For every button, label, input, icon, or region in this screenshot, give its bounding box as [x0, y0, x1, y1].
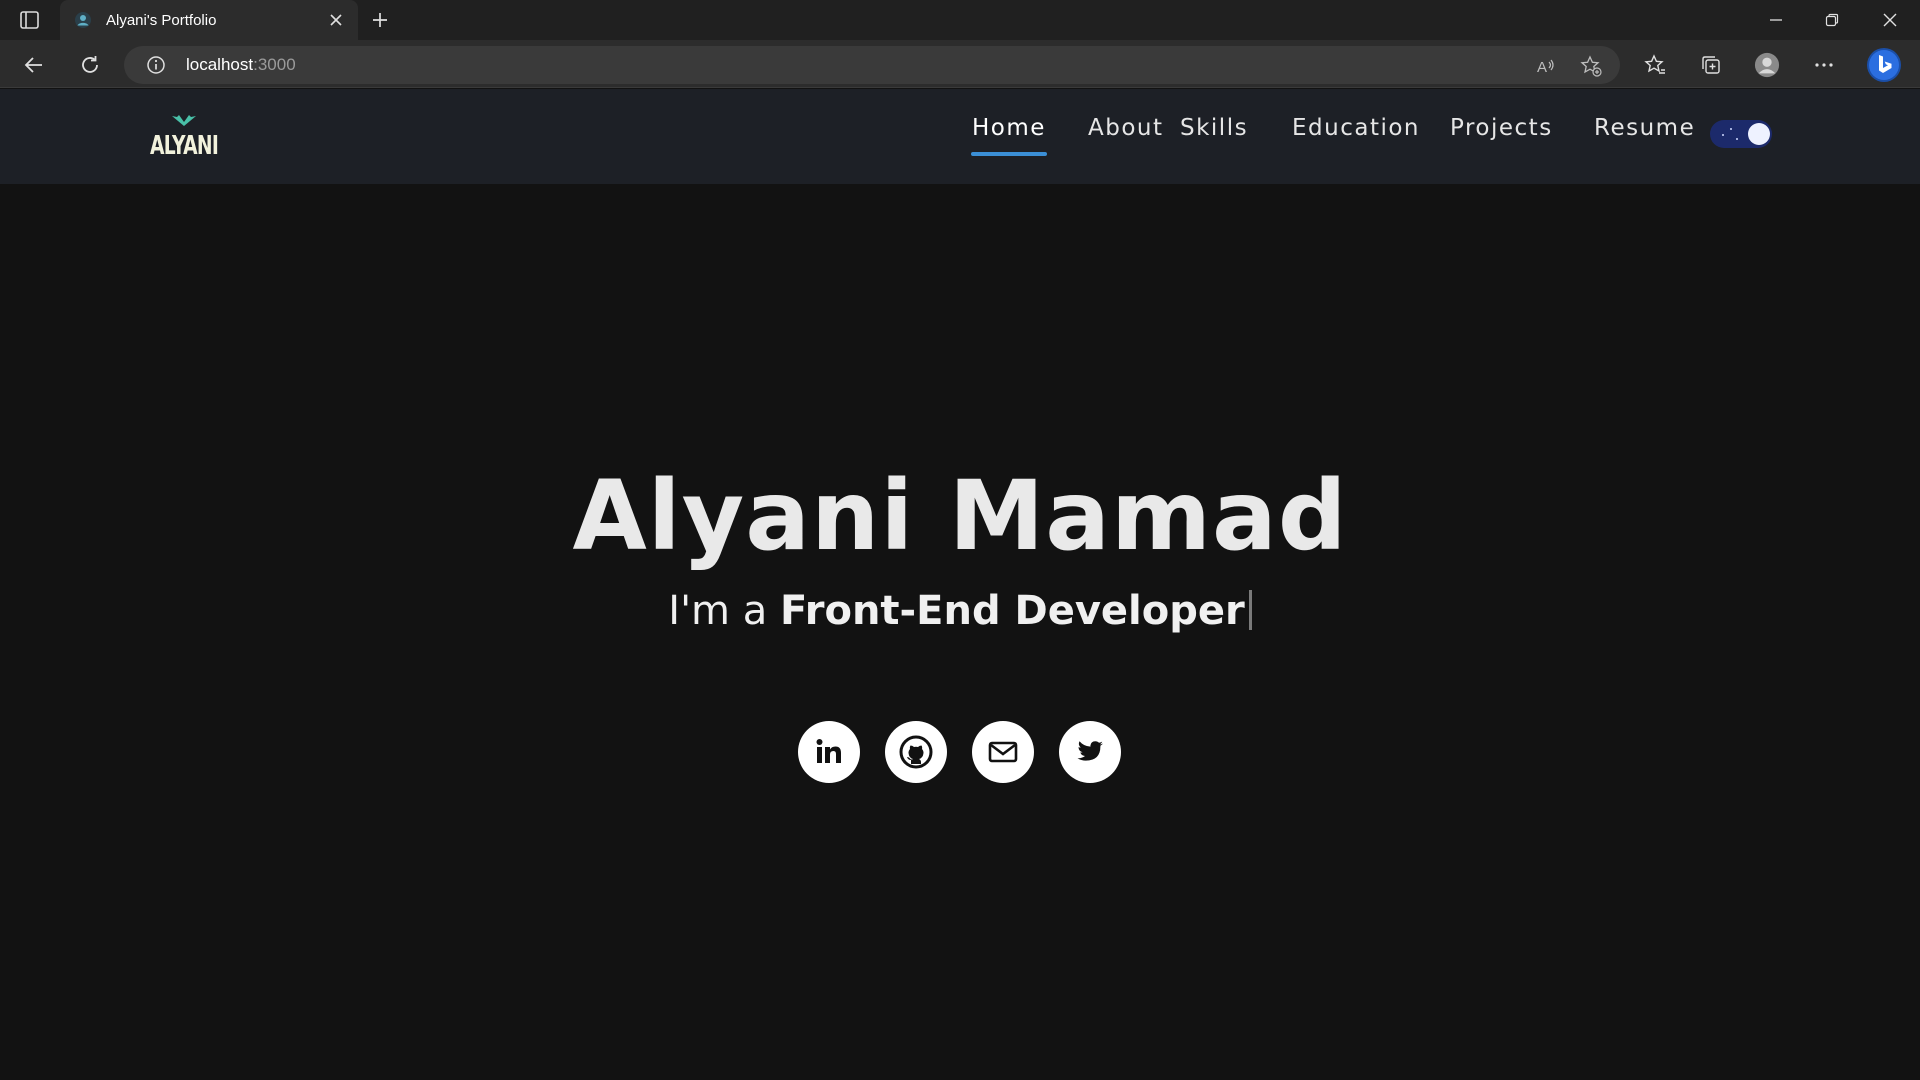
- email-button[interactable]: [972, 721, 1034, 783]
- url-host: localhost: [186, 55, 254, 74]
- twitter-icon: [1077, 741, 1103, 761]
- close-tab-icon[interactable]: [326, 10, 346, 30]
- site-info-icon[interactable]: [146, 55, 166, 75]
- bing-copilot-icon[interactable]: [1866, 47, 1902, 83]
- minimize-icon[interactable]: [1764, 8, 1788, 32]
- nav-link-skills[interactable]: Skills: [1180, 115, 1248, 141]
- site-logo[interactable]: ALYANI: [150, 111, 220, 167]
- hero-prefix: I'm a: [668, 588, 780, 634]
- typing-caret: [1248, 590, 1252, 630]
- site-navbar: ALYANI Home About Skills Education Projects R…: [0, 89, 1920, 184]
- nav-link-resume[interactable]: Resume: [1594, 115, 1695, 141]
- github-button[interactable]: [885, 721, 947, 783]
- address-url: localhost:3000: [186, 55, 296, 75]
- refresh-icon[interactable]: [77, 52, 103, 78]
- hero-name: Alyani Mamad: [572, 460, 1348, 572]
- toggle-knob: [1748, 123, 1770, 145]
- nav-link-projects[interactable]: Projects: [1450, 115, 1553, 141]
- restore-icon[interactable]: [1820, 8, 1844, 32]
- browser-tab-bar: Alyani's Portfolio: [0, 0, 1920, 40]
- active-nav-underline: [971, 152, 1047, 156]
- twitter-button[interactable]: [1059, 721, 1121, 783]
- favorites-icon[interactable]: [1642, 52, 1668, 78]
- svg-text:A: A: [1537, 59, 1547, 76]
- nav-link-about[interactable]: About: [1088, 115, 1164, 141]
- star-dot: [1730, 128, 1732, 130]
- hero-subtitle: I'm a Front-End Developer: [0, 588, 1920, 634]
- theme-toggle[interactable]: [1710, 120, 1772, 148]
- url-port: :3000: [253, 55, 296, 74]
- nav-link-education[interactable]: Education: [1292, 115, 1420, 141]
- browser-toolbar: localhost:3000 A: [0, 40, 1920, 88]
- logo-text: ALYANI: [150, 131, 219, 161]
- nav-link-home[interactable]: Home: [972, 115, 1046, 141]
- tab-actions-icon[interactable]: [18, 9, 42, 31]
- close-window-icon[interactable]: [1878, 8, 1902, 32]
- profile-avatar-icon[interactable]: [1754, 52, 1780, 78]
- hero-role: Front-End Developer: [779, 588, 1245, 634]
- collections-icon[interactable]: [1698, 52, 1724, 78]
- star-dot: [1736, 138, 1738, 140]
- new-tab-icon[interactable]: [368, 8, 392, 32]
- more-options-icon[interactable]: [1811, 52, 1837, 78]
- tab-title: Alyani's Portfolio: [106, 11, 217, 29]
- wings-icon: [172, 115, 196, 126]
- address-bar[interactable]: localhost:3000 A: [124, 46, 1620, 84]
- star-dot: [1722, 134, 1724, 136]
- linkedin-icon: [816, 739, 841, 763]
- linkedin-button[interactable]: [798, 721, 860, 783]
- add-favorite-icon[interactable]: [1579, 54, 1603, 78]
- browser-tab[interactable]: Alyani's Portfolio: [60, 0, 358, 40]
- github-icon: [899, 735, 933, 769]
- back-icon[interactable]: [21, 52, 47, 78]
- mail-icon: [988, 741, 1018, 763]
- tab-favicon-icon: [74, 11, 92, 29]
- read-aloud-icon[interactable]: A: [1534, 54, 1558, 78]
